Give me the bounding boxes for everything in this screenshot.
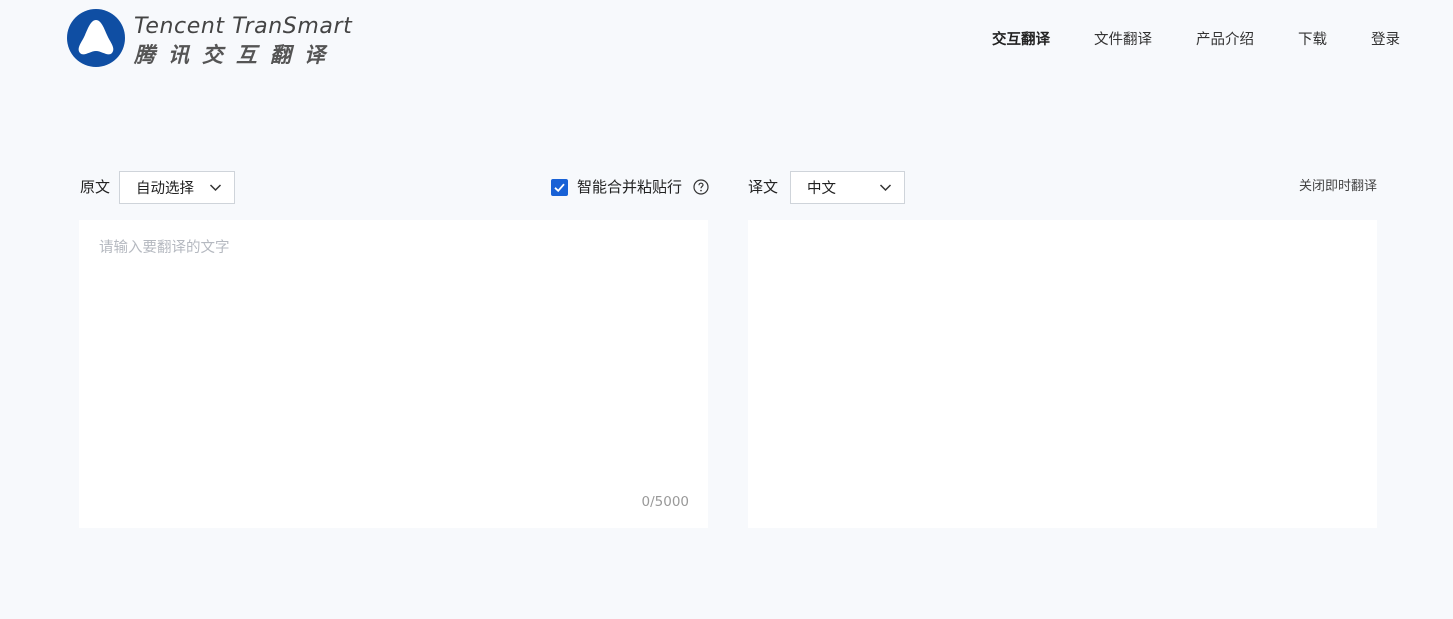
chevron-down-icon — [879, 184, 892, 192]
smart-merge-checkbox[interactable] — [551, 179, 568, 196]
target-language-select[interactable]: 中文 — [790, 171, 905, 204]
brand-name-cn: 腾讯交互翻译 — [134, 43, 338, 67]
nav-interactive-translation[interactable]: 交互翻译 — [992, 30, 1050, 50]
brand-text: Tencent TranSmart 腾讯交互翻译 — [134, 14, 352, 69]
nav-login[interactable]: 登录 — [1371, 30, 1400, 50]
source-label: 原文 — [80, 178, 111, 196]
checkmark-icon — [554, 183, 565, 193]
brand-name-en: Tencent TranSmart — [134, 14, 353, 39]
target-language-value: 中文 — [807, 181, 836, 197]
chevron-down-icon — [209, 184, 222, 192]
nav-product-intro[interactable]: 产品介绍 — [1196, 30, 1254, 50]
question-circle-icon[interactable] — [693, 179, 709, 195]
close-instant-translation-button[interactable]: 关闭即时翻译 — [1299, 178, 1377, 196]
translation-output-panel — [748, 220, 1377, 528]
brand-logo[interactable]: Tencent TranSmart 腾讯交互翻译 — [66, 8, 352, 69]
header: Tencent TranSmart 腾讯交互翻译 交互翻译 文件翻译 产品介绍 … — [0, 0, 1453, 80]
nav-file-translation[interactable]: 文件翻译 — [1094, 30, 1152, 50]
target-label: 译文 — [748, 178, 779, 196]
nav-download[interactable]: 下载 — [1298, 30, 1327, 50]
smart-merge-label[interactable]: 智能合并粘贴行 — [577, 177, 682, 197]
character-counter: 0/5000 — [641, 494, 690, 510]
source-language-value: 自动选择 — [136, 181, 194, 197]
source-language-select[interactable]: 自动选择 — [119, 171, 235, 204]
source-panel: 0/5000 — [79, 220, 708, 528]
transmart-logo-icon — [67, 9, 125, 67]
source-text-input[interactable] — [79, 220, 708, 528]
top-nav: 交互翻译 文件翻译 产品介绍 下载 登录 — [992, 30, 1400, 50]
